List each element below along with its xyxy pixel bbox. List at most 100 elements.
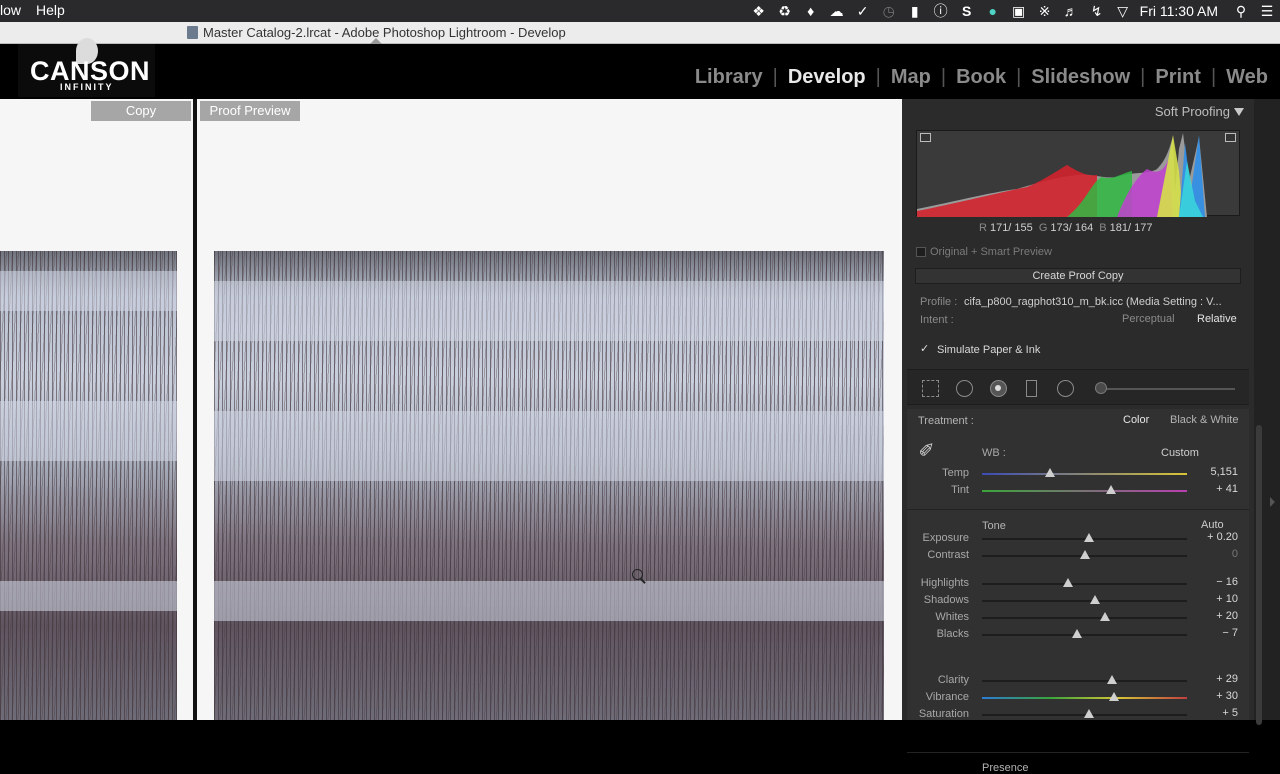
whites-slider[interactable] — [982, 617, 1187, 619]
blacks-slider-thumb[interactable] — [1072, 629, 1083, 638]
temp-value[interactable]: 5,151 — [1188, 466, 1238, 478]
profile-select[interactable]: cifa_p800_ragphot310_m_bk.icc (Media Set… — [964, 296, 1232, 308]
image-viewer[interactable]: Copy Proof Preview — [0, 99, 902, 720]
collapse-triangle-icon[interactable] — [1234, 108, 1244, 116]
shadows-slider-thumb[interactable] — [1089, 595, 1100, 604]
document-icon — [187, 26, 198, 39]
panel-scrollbar[interactable] — [1256, 425, 1262, 725]
panel-collapse-arrow-icon[interactable] — [1270, 497, 1275, 507]
window-title-bar: Master Catalog-2.lrcat - Adobe Photoshop… — [0, 22, 1280, 44]
info-icon[interactable]: ⓘ — [928, 1, 954, 21]
right-panel: Soft Proofing R 171/ 155 G 173/ 164 B 181/ … — [902, 99, 1254, 774]
dropbox-icon[interactable]: ❖ — [746, 3, 772, 20]
battery-icon[interactable]: ↯ — [1084, 3, 1110, 20]
clarity-label: Clarity — [937, 674, 969, 686]
proof-photo[interactable] — [214, 251, 884, 720]
soft-proofing-header[interactable]: Soft Proofing — [902, 99, 1254, 123]
clarity-slider-thumb[interactable] — [1107, 675, 1118, 684]
list-icon[interactable]: ☰ — [1254, 3, 1280, 20]
screen-icon[interactable]: ▣ — [1006, 3, 1032, 20]
identity-plate: CANSON INFINITY — [18, 38, 155, 97]
original-smart-preview: Original + Smart Preview — [930, 246, 1052, 258]
water-band — [214, 581, 884, 621]
s-icon[interactable]: S — [954, 3, 980, 19]
checkmark-icon[interactable]: ✓ — [850, 3, 876, 20]
whites-label: Whites — [935, 611, 969, 623]
module-separator: | — [1140, 66, 1146, 88]
evernote-icon[interactable]: ♻ — [772, 3, 798, 20]
search-icon[interactable]: ⚲ — [1228, 3, 1254, 20]
volume-icon[interactable]: ♬ — [1058, 3, 1084, 19]
cloud-icon[interactable]: ☁ — [824, 3, 850, 20]
status-tray: ❖ ♻ ♦ ☁ ✓ ◷ ▮ ⓘ S ● ▣ ※ ♬ ↯ ▽ Fri 11:30 … — [746, 0, 1280, 22]
create-proof-copy-button[interactable]: Create Proof Copy — [915, 268, 1241, 284]
contrast-slider-thumb[interactable] — [1079, 550, 1090, 559]
clarity-value[interactable]: + 29 — [1188, 673, 1238, 685]
highlights-value[interactable]: − 16 — [1188, 576, 1238, 588]
bluetooth-icon[interactable]: ※ — [1032, 3, 1058, 20]
shadows-value[interactable]: + 10 — [1188, 593, 1238, 605]
module-web[interactable]: Web — [1226, 66, 1268, 89]
radial-filter-icon[interactable] — [1057, 380, 1074, 397]
saturation-slider-thumb[interactable] — [1083, 709, 1094, 718]
blacks-slider[interactable] — [982, 634, 1187, 636]
intent-relative[interactable]: Relative — [1197, 313, 1237, 325]
module-develop[interactable]: Develop — [788, 66, 866, 89]
blacks-value[interactable]: − 7 — [1188, 627, 1238, 639]
module-print[interactable]: Print — [1155, 66, 1201, 89]
zoom-cursor-icon — [632, 569, 643, 580]
auto-tone-button[interactable]: Auto — [1201, 519, 1224, 531]
menu-help[interactable]: Help — [36, 2, 65, 18]
intent-perceptual[interactable]: Perceptual — [1122, 313, 1175, 325]
histogram[interactable] — [916, 130, 1240, 217]
module-slideshow[interactable]: Slideshow — [1031, 66, 1130, 89]
intent-label: Intent : — [920, 314, 954, 326]
treatment-bw[interactable]: Black & White — [1170, 414, 1238, 426]
temp-slider-thumb[interactable] — [1044, 468, 1055, 477]
wifi-icon[interactable]: ▽ — [1110, 3, 1136, 20]
red-eye-icon[interactable] — [990, 380, 1007, 397]
highlight-clipping-icon[interactable] — [1225, 133, 1236, 142]
whites-value[interactable]: + 20 — [1188, 610, 1238, 622]
treatment-color[interactable]: Color — [1123, 414, 1149, 426]
brush-knob[interactable] — [1095, 382, 1107, 394]
crop-icon[interactable] — [922, 380, 939, 397]
module-library[interactable]: Library — [695, 66, 763, 89]
bookmark-icon[interactable]: ▮ — [902, 3, 928, 20]
module-book[interactable]: Book — [956, 66, 1006, 89]
exposure-slider-thumb[interactable] — [1083, 533, 1094, 542]
tint-slider[interactable] — [982, 490, 1187, 492]
tint-slider-thumb[interactable] — [1106, 485, 1117, 494]
menu-window[interactable]: low — [0, 2, 21, 18]
proof-preview-tag: Proof Preview — [200, 101, 300, 121]
clarity-slider[interactable] — [982, 680, 1187, 682]
spot-removal-icon[interactable] — [956, 380, 973, 397]
creative-cloud-icon[interactable]: ● — [980, 3, 1006, 19]
whites-slider-thumb[interactable] — [1100, 612, 1110, 621]
elephant-icon[interactable]: ♦ — [798, 3, 824, 19]
rgb-readout: R 171/ 155 G 173/ 164 B 181/ 177 — [976, 222, 1152, 234]
highlights-slider-thumb[interactable] — [1063, 578, 1074, 587]
vibrance-slider[interactable] — [982, 697, 1187, 699]
menubar-clock[interactable]: Fri 11:30 AM — [1140, 3, 1218, 19]
temp-slider[interactable] — [982, 473, 1187, 475]
highlights-slider[interactable] — [982, 583, 1187, 585]
tint-value[interactable]: + 41 — [1188, 483, 1238, 495]
vibrance-value[interactable]: + 30 — [1188, 690, 1238, 702]
exposure-value[interactable]: + 0.20 — [1188, 531, 1238, 543]
contrast-value[interactable]: 0 — [1188, 548, 1238, 560]
module-map[interactable]: Map — [891, 66, 931, 89]
graduated-filter-icon[interactable] — [1026, 380, 1037, 397]
eyedropper-icon[interactable]: ✏ — [913, 435, 943, 465]
saturation-value[interactable]: + 5 — [1188, 707, 1238, 719]
shadows-slider[interactable] — [982, 600, 1187, 602]
simulate-checkbox[interactable]: ✓ — [920, 342, 929, 355]
menu-bar: low Help ❖ ♻ ♦ ☁ ✓ ◷ ▮ ⓘ S ● ▣ ※ ♬ ↯ ▽ F… — [0, 0, 1280, 22]
wb-select[interactable]: Custom — [1161, 447, 1199, 459]
clock-icon[interactable]: ◷ — [876, 3, 902, 20]
shadow-clipping-icon[interactable] — [920, 133, 931, 142]
vibrance-slider-thumb[interactable] — [1109, 692, 1120, 701]
water-band — [0, 581, 177, 611]
contrast-label: Contrast — [927, 549, 969, 561]
copy-photo[interactable] — [0, 251, 177, 720]
